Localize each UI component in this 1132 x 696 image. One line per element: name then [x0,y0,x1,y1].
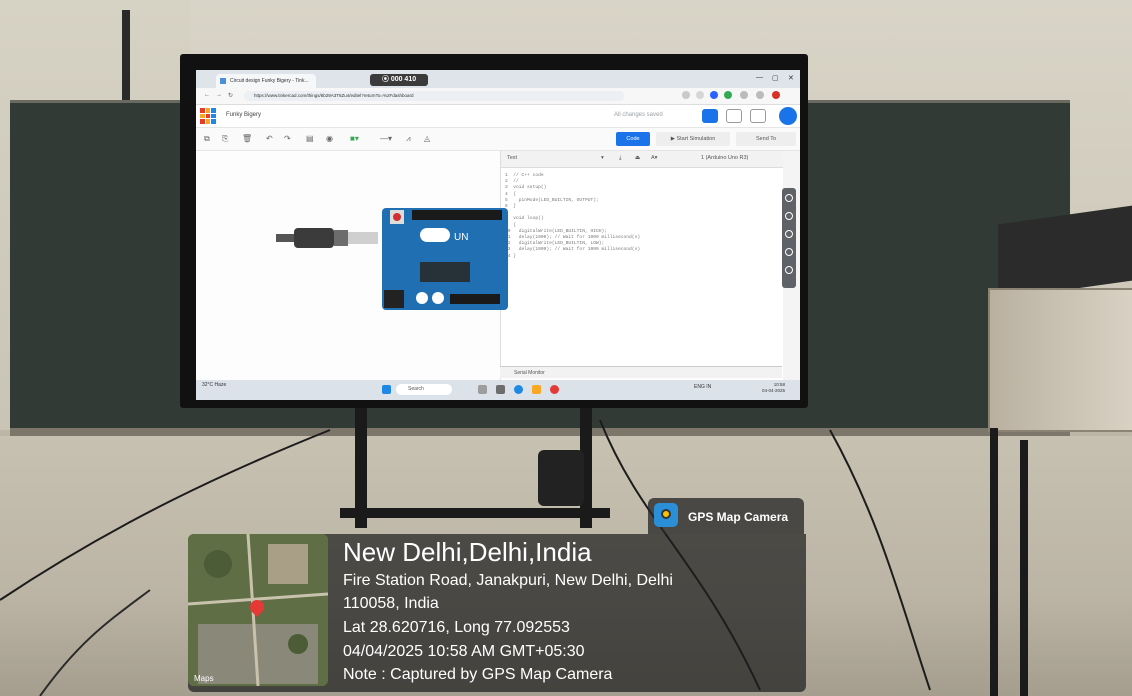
help-icon[interactable] [785,266,793,274]
task-view-icon[interactable] [478,385,487,394]
save-status: All changes saved [614,112,663,118]
edge-icon[interactable] [514,385,523,394]
extension-icon[interactable] [756,91,764,99]
view-icon[interactable]: ◉ [326,134,333,143]
minimize-icon[interactable]: — [756,74,763,81]
code-mode-select[interactable]: Text [507,155,517,161]
star-icon[interactable] [696,91,704,99]
widgets-icon[interactable] [496,385,505,394]
flip-icon[interactable]: ⩘ [406,134,411,144]
code-editor-panel: Text ▾ ⤓ ⏏ A▾ 1 (Arduino Uno R3) 1 // C+… [500,151,783,380]
gps-city: New Delhi,Delhi,India [343,537,592,567]
debug-icon[interactable] [785,248,793,256]
monitor-screen: Circuit design Funky Bigery - Tink... ⦿ … [196,70,800,400]
gps-camera-icon [654,503,678,527]
circuit-view-button[interactable] [702,109,718,123]
user-avatar[interactable] [779,107,797,125]
reload-icon[interactable]: ↻ [228,92,233,99]
extension-icon[interactable] [710,91,718,99]
profile-icon[interactable] [772,91,780,99]
delete-icon[interactable]: 🗑 [242,134,252,143]
weather-widget[interactable]: 32°C Haze [202,382,226,388]
notes-icon[interactable]: ▤ [306,134,314,143]
maps-attribution: Maps [194,674,214,683]
extension-icon[interactable] [740,91,748,99]
tab-favicon-icon [220,78,226,84]
chevron-down-icon[interactable]: ▾ [601,155,604,161]
code-text[interactable]: 1 // C++ code 2 //3 void setup() 4 {5 pinM… [505,173,640,260]
back-icon[interactable]: ← [204,92,210,98]
copy-icon[interactable]: ⧉ [204,134,210,144]
blocks-view-button[interactable] [726,109,742,123]
rotate-icon[interactable]: ◬ [424,134,430,143]
extension-icon[interactable] [724,91,732,99]
device-select[interactable]: 1 (Arduino Uno R3) [701,155,748,161]
comment-icon[interactable] [785,194,793,202]
serial-monitor-bar[interactable]: Serial Monitor [500,366,782,378]
code-line[interactable]: 14 } [505,254,640,260]
project-name[interactable]: Funky Bigery [226,112,261,118]
gps-app-name: GPS Map Camera [688,510,789,524]
gps-address-line2: 110058, India [343,595,439,612]
browser-tab[interactable]: Circuit design Funky Bigery - Tink... [216,74,316,88]
file-explorer-icon[interactable] [532,385,541,394]
undo-icon[interactable]: ↶ [266,134,273,143]
taskbar-clock[interactable]: 10:58 04-04-2025 [762,382,785,394]
maximize-icon[interactable]: ▢ [772,74,779,82]
download-icon[interactable]: ⤓ [619,155,621,162]
font-size-icon[interactable]: A▾ [651,155,657,161]
color-picker-icon[interactable]: ■▾ [350,134,359,143]
redo-icon[interactable]: ↷ [284,134,291,143]
extension-icon[interactable] [682,91,690,99]
circuit-canvas[interactable] [196,151,500,380]
recording-counter: ⦿ 000 410 [370,74,428,86]
paste-icon[interactable]: ⎘ [222,134,228,144]
taskbar-search[interactable]: Search [396,384,452,395]
windows-start-icon[interactable] [382,385,391,394]
code-line[interactable]: 13 delay(1000); // Wait for 1000 millise… [505,247,640,253]
code-editor-header: Text ▾ ⤓ ⏏ A▾ 1 (Arduino Uno R3) [501,151,783,168]
recording-counter-text: 000 410 [390,76,417,83]
schematic-view-button[interactable] [750,109,766,123]
send-to-button[interactable]: Send To [736,132,796,146]
library-icon[interactable] [785,230,793,238]
wire-style-icon[interactable]: —▾ [380,134,392,143]
close-icon[interactable]: ✕ [788,74,794,82]
code-button[interactable]: Code [616,132,650,146]
tinkercad-logo-icon[interactable] [200,108,216,124]
chrome-icon[interactable] [550,385,559,394]
settings-icon[interactable] [785,212,793,220]
start-simulation-label: Start Simulation [676,136,716,142]
gps-coordinates: Lat 28.620716, Long 77.092553 [343,619,570,636]
photo-scene: Circuit design Funky Bigery - Tink... ⦿ … [0,0,1132,696]
clock-date: 04-04-2025 [762,388,786,393]
language-indicator[interactable]: ENG IN [694,384,711,390]
gps-address-line1: Fire Station Road, Janakpuri, New Delhi,… [343,572,673,589]
gps-datetime: 04/04/2025 10:58 AM GMT+05:30 [343,643,585,660]
forward-icon[interactable]: → [216,92,222,98]
start-simulation-button[interactable]: ▶ Start Simulation [656,132,730,146]
gps-note: Note : Captured by GPS Map Camera [343,666,613,683]
url-input[interactable]: https://www.tinkercad.com/things/6b29A3T… [244,91,624,101]
upload-icon[interactable]: ⏏ [635,155,640,161]
